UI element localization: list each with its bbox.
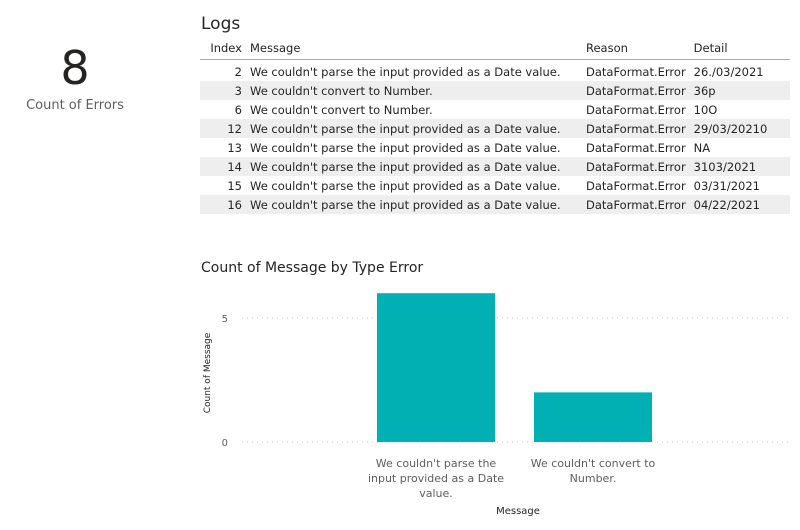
cell-message: We couldn't parse the input provided as … xyxy=(250,178,561,193)
table-row[interactable]: 6 We couldn't convert to Number. DataForma… xyxy=(200,100,790,119)
x-tick-label: value. xyxy=(419,487,453,500)
cell-message: We couldn't parse the input provided as … xyxy=(246,195,582,214)
x-tick-label: input provided as a Date xyxy=(368,472,504,485)
x-axis-label: Message xyxy=(496,506,540,517)
logs-table: Index Message Reason Detail 2 We couldn't… xyxy=(200,36,790,214)
cell-message: We couldn't convert to Number. xyxy=(250,102,433,117)
cell-detail: NA xyxy=(693,140,711,155)
cell-detail: 04/22/2021 xyxy=(689,195,790,214)
bar-2[interactable] xyxy=(534,392,652,442)
logs-title: Logs xyxy=(201,14,241,34)
cell-index: 2 xyxy=(234,64,242,79)
errors-card: 8 Count of Errors xyxy=(0,40,150,113)
chart-title: Count of Message by Type Error xyxy=(201,260,424,276)
cell-detail: 36p xyxy=(689,81,790,100)
error-count-label: Count of Errors xyxy=(26,98,124,113)
x-tick-label: Number. xyxy=(570,472,617,485)
table-row[interactable]: 12 We couldn't parse the input provided a… xyxy=(200,119,790,138)
error-count-value: 8 xyxy=(60,41,90,95)
cell-index: 3 xyxy=(200,81,246,100)
y-tick-label: 0 xyxy=(222,438,228,449)
table-row[interactable]: 14 We couldn't parse the input provided a… xyxy=(200,157,790,176)
x-tick-label: We couldn't parse the xyxy=(376,457,497,470)
cell-detail: 3103/2021 xyxy=(689,157,790,176)
table-row[interactable]: 3 We couldn't convert to Number. DataForma… xyxy=(200,81,790,100)
column-header-message[interactable]: Message xyxy=(246,36,582,60)
cell-index: 13 xyxy=(227,140,242,155)
cell-detail: 10O xyxy=(693,102,718,117)
cell-message: We couldn't parse the input provided as … xyxy=(246,119,582,138)
cell-reason: DataFormat.Error xyxy=(582,81,690,100)
cell-index: 6 xyxy=(234,102,242,117)
table-row[interactable]: 2 We couldn't parse the input provided as… xyxy=(200,60,790,82)
cell-reason: DataFormat.Error xyxy=(582,119,690,138)
table-row[interactable]: 16 We couldn't parse the input provided a… xyxy=(200,195,790,214)
cell-message: We couldn't parse the input provided as … xyxy=(246,157,582,176)
table-row[interactable]: 15 We couldn't parse the input provided a… xyxy=(200,176,790,195)
table-body: 2 We couldn't parse the input provided as… xyxy=(200,60,790,214)
column-header-index[interactable]: Index xyxy=(200,36,246,60)
cell-reason: DataFormat.Error xyxy=(582,157,690,176)
cell-index: 15 xyxy=(227,178,242,193)
y-axis-label: Count of Message xyxy=(203,332,213,413)
column-header-detail[interactable]: Detail xyxy=(689,36,790,60)
cell-detail: 03/31/2021 xyxy=(693,178,760,193)
cell-index: 14 xyxy=(200,157,246,176)
column-header-reason[interactable]: Reason xyxy=(582,36,690,60)
cell-detail: 29/03/20210 xyxy=(689,119,790,138)
y-tick-label: 5 xyxy=(222,314,228,325)
cell-reason: DataFormat.Error xyxy=(586,64,686,79)
logs-table-visual: Logs Index Message Reason Detail 2 We cou… xyxy=(200,12,790,214)
x-tick-label: We couldn't convert to xyxy=(531,457,656,470)
cell-index: 16 xyxy=(200,195,246,214)
cell-reason: DataFormat.Error xyxy=(586,102,686,117)
cell-message: We couldn't parse the input provided as … xyxy=(250,64,561,79)
table-row[interactable]: 13 We couldn't parse the input provided a… xyxy=(200,138,790,157)
bar-1[interactable] xyxy=(377,293,495,442)
bar-chart-visual: Count of Message by Type Error 0 5 Count o… xyxy=(200,258,800,526)
cell-reason: DataFormat.Error xyxy=(586,140,686,155)
cell-reason: DataFormat.Error xyxy=(586,178,686,193)
bar-chart: 0 5 Count of Message We couldn't parse the i… xyxy=(203,293,792,517)
cell-index: 12 xyxy=(200,119,246,138)
cell-detail: 26./03/2021 xyxy=(693,64,764,79)
cell-message: We couldn't convert to Number. xyxy=(246,81,582,100)
table-header-row: Index Message Reason Detail xyxy=(200,36,790,60)
cell-reason: DataFormat.Error xyxy=(582,195,690,214)
cell-message: We couldn't parse the input provided as … xyxy=(250,140,561,155)
